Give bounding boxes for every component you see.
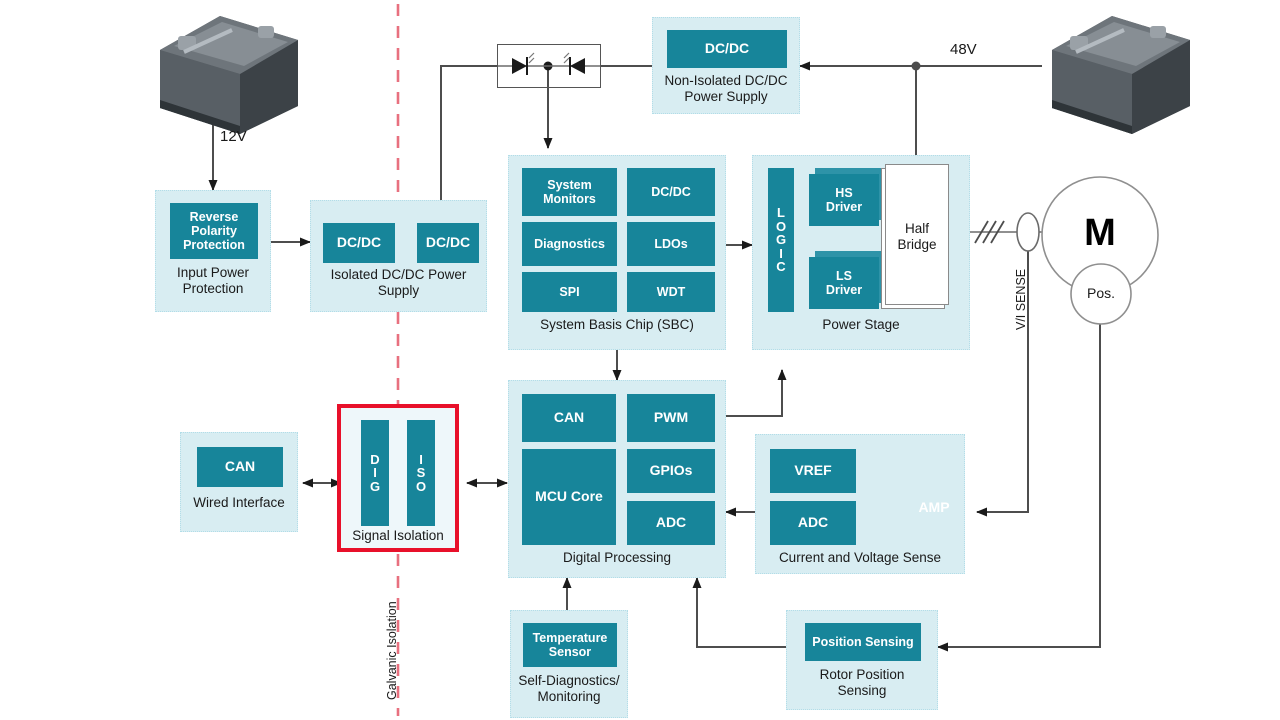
label-galvanic-isolation: Galvanic Isolation xyxy=(385,601,399,700)
battery-icon-12v xyxy=(160,16,298,134)
block-vref[interactable]: VREF xyxy=(770,449,856,493)
label-48v: 48V xyxy=(950,41,977,58)
block-iso-label-i: I xyxy=(419,451,423,467)
block-spi[interactable]: SPI xyxy=(522,272,617,312)
group-system-basis-chip[interactable]: System Monitors DC/DC Diagnostics LDOs S… xyxy=(508,155,726,350)
block-dig-label-d: D xyxy=(370,451,380,467)
label-vi-sense: V/I SENSE xyxy=(1014,268,1028,330)
caption-isolated-dcdc: Isolated DC/DC Power Supply xyxy=(330,267,467,298)
caption-system-basis-chip: System Basis Chip (SBC) xyxy=(540,317,694,332)
wire-rotor-to-digital xyxy=(692,577,786,648)
block-diagnostics[interactable]: Diagnostics xyxy=(522,222,617,266)
caption-non-isolated-dcdc: Non-Isolated DC/DC Power Supply xyxy=(664,73,788,104)
block-ls-driver[interactable]: LS Driver xyxy=(809,257,879,309)
group-wired-interface[interactable]: CAN Wired Interface xyxy=(180,432,298,532)
wire-isolated-to-diodebox xyxy=(440,65,497,222)
block-logic-label-g: G xyxy=(775,232,787,248)
caption-wired-interface: Wired Interface xyxy=(193,495,285,510)
block-temperature-sensor[interactable]: Temperature Sensor xyxy=(523,623,617,667)
block-logic-label-i: I xyxy=(779,245,783,261)
group-signal-isolation[interactable]: D I G I S O Signal Isolation xyxy=(337,404,459,552)
block-mcu-core[interactable]: MCU Core xyxy=(522,449,616,545)
block-gpios[interactable]: GPIOs xyxy=(627,449,715,493)
junction-dot-48v xyxy=(911,61,921,71)
caption-signal-isolation: Signal Isolation xyxy=(352,528,444,543)
block-sbc-dcdc[interactable]: DC/DC xyxy=(627,168,715,216)
label-position-sensor: Pos. xyxy=(1086,285,1115,301)
group-current-voltage-sense[interactable]: VREF ADC AMP Current and Voltage Sense xyxy=(755,434,965,574)
block-wdt[interactable]: WDT xyxy=(627,272,715,312)
block-dig-label-g: G xyxy=(369,478,381,494)
group-isolated-dcdc[interactable]: DC/DC DC/DC Isolated DC/DC Power Supply xyxy=(310,200,487,312)
block-sense-adc[interactable]: ADC xyxy=(770,501,856,545)
block-dig-label-i: I xyxy=(373,465,377,481)
block-half-bridge[interactable]: Half Bridge xyxy=(885,164,949,305)
block-iso[interactable]: I S O xyxy=(407,420,435,526)
block-iso-label-o: O xyxy=(415,478,427,494)
group-non-isolated-dcdc[interactable]: DC/DC Non-Isolated DC/DC Power Supply xyxy=(652,17,800,114)
label-motor: M xyxy=(1084,212,1116,254)
block-logic-label-c: C xyxy=(776,259,786,275)
caption-digital-processing: Digital Processing xyxy=(562,550,672,565)
block-wired-can[interactable]: CAN xyxy=(197,447,283,487)
group-power-stage[interactable]: L O G I C HS Driver LS Driver Half Bridg… xyxy=(752,155,970,350)
block-digital-adc[interactable]: ADC xyxy=(627,501,715,545)
block-reverse-polarity-protection[interactable]: Reverse Polarity Protection xyxy=(170,203,258,259)
group-self-diagnostics[interactable]: Temperature Sensor Self-Diagnostics/ Mon… xyxy=(510,610,628,718)
block-ldos[interactable]: LDOs xyxy=(627,222,715,266)
block-logic-label-o: O xyxy=(775,218,787,234)
wiring-layer xyxy=(160,4,1190,716)
block-digital-can[interactable]: CAN xyxy=(522,394,616,442)
block-isolated-dcdc-primary[interactable]: DC/DC xyxy=(323,223,395,263)
caption-rotor-position-sensing: Rotor Position Sensing xyxy=(819,667,905,698)
battery-icon-48v xyxy=(1052,16,1190,134)
caption-power-stage: Power Stage xyxy=(822,317,900,332)
block-hs-driver[interactable]: HS Driver xyxy=(809,174,879,226)
caption-input-power-protection: Input Power Protection xyxy=(176,265,250,296)
group-digital-processing[interactable]: CAN PWM MCU Core GPIOs ADC Digital Proce… xyxy=(508,380,726,578)
block-iso-label-s: S xyxy=(416,465,426,481)
diagram-canvas: 12V 48V Galvanic Isolation V/I SENSE Rev… xyxy=(0,0,1280,720)
label-12v: 12V xyxy=(220,128,247,145)
block-amp[interactable]: AMP xyxy=(912,497,956,517)
block-dig[interactable]: D I G xyxy=(361,420,389,526)
block-position-sensing[interactable]: Position Sensing xyxy=(805,623,921,661)
current-transducer-icon xyxy=(1016,212,1040,252)
group-rotor-position-sensing[interactable]: Position Sensing Rotor Position Sensing xyxy=(786,610,938,710)
block-logic-label-l: L xyxy=(777,204,785,220)
block-pwm[interactable]: PWM xyxy=(627,394,715,442)
block-logic[interactable]: L O G I C xyxy=(768,168,794,312)
reverse-blocking-diode-box xyxy=(497,44,601,88)
block-isolated-dcdc-secondary[interactable]: DC/DC xyxy=(417,223,479,263)
group-input-power-protection[interactable]: Reverse Polarity Protection Input Power … xyxy=(155,190,271,312)
caption-self-diagnostics: Self-Diagnostics/ Monitoring xyxy=(518,673,620,704)
block-system-monitors[interactable]: System Monitors xyxy=(522,168,617,216)
caption-current-voltage-sense: Current and Voltage Sense xyxy=(778,550,942,565)
block-non-isolated-dcdc[interactable]: DC/DC xyxy=(667,30,787,68)
block-half-bridge-label: Half Bridge xyxy=(897,221,937,252)
